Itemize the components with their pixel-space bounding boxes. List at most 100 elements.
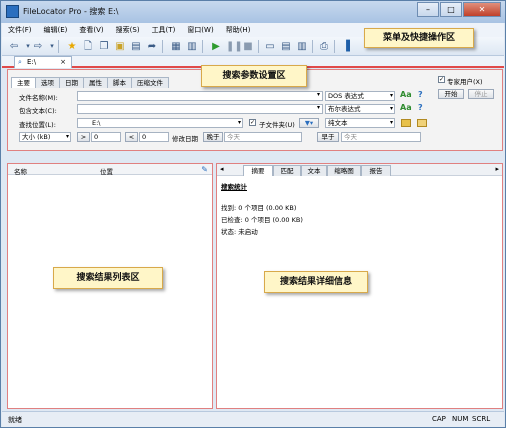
help-icon[interactable]: ? [418,103,423,112]
content-input[interactable] [77,104,323,114]
layout-icon[interactable]: ▭ [264,41,276,52]
panel-icon[interactable]: ▤ [280,41,292,52]
export-icon[interactable]: ➦ [146,41,158,52]
callout-menu: 菜单及快捷操作区 [364,28,474,48]
lookin-input[interactable]: E:\ ▾ [77,118,243,128]
maximize-button[interactable]: □ [440,2,462,17]
size-max-input[interactable]: 0 [139,132,169,142]
search-icon: ⌕ [18,58,22,66]
filter-icon[interactable]: ▼▾ [299,118,319,128]
toolbar-separator [58,40,59,53]
filename-mode-select[interactable]: DOS 表达式 ▾ [325,91,395,101]
tab-main[interactable]: 主要 [11,77,36,88]
menu-file[interactable]: 文件(F) [2,25,38,35]
menu-edit[interactable]: 编辑(E) [38,25,74,35]
after-button[interactable]: 晚于 [203,132,223,142]
match-case-icon[interactable]: Aa [400,103,412,112]
filename-input[interactable] [77,91,323,101]
save-icon[interactable]: ▤ [130,41,142,52]
column-location[interactable]: 位置 [100,166,113,176]
play-icon[interactable]: ▶ [210,41,222,52]
toolbar-separator [162,40,163,53]
document-tab[interactable]: ⌕ E:\ × [14,56,72,68]
tab-matches[interactable]: 匹配 [273,165,301,176]
menu-view[interactable]: 查看(V) [73,25,109,35]
lock-icon[interactable]: ▣ [114,41,126,52]
copy-icon[interactable]: ❐ [98,41,110,52]
tab-report[interactable]: 报告 [361,165,391,176]
column-name[interactable]: 名称 [14,166,27,176]
status-cap: CAP [432,415,446,423]
open-folder-icon[interactable] [417,119,427,127]
folder-icon[interactable] [401,119,411,127]
menu-help[interactable]: 帮助(H) [220,25,257,35]
after-date-input[interactable]: 今天 [224,132,302,142]
before-date-input[interactable]: 今天 [341,132,421,142]
menu-window[interactable]: 窗口(W) [181,25,219,35]
tab-text[interactable]: 文本 [301,165,327,176]
modified-label: 修改日期 [172,135,198,143]
columns-icon[interactable]: ▥ [296,41,308,52]
toolbar-separator [202,40,203,53]
details-tab-bar: ◂ 摘要 匹配 文本 缩略图 报告 ▸ [217,164,502,176]
scroll-right-icon[interactable]: ▸ [495,165,499,173]
tab-script[interactable]: 脚本 [107,77,132,88]
content-dropdown-icon[interactable]: ▾ [317,104,320,111]
size-unit-select[interactable]: 大小 (kB) ▾ [19,132,71,142]
before-button[interactable]: 早于 [317,132,339,142]
tab-thumbnails[interactable]: 缩略图 [327,165,361,176]
subfolder-checkbox[interactable]: ✓ [249,119,256,126]
tab-attributes[interactable]: 属性 [83,77,108,88]
tab-options[interactable]: 选项 [35,77,60,88]
match-case-icon[interactable]: Aa [400,90,412,99]
print-preview-icon[interactable]: ▥ [186,41,198,52]
close-tab-icon[interactable]: × [60,57,66,68]
chevron-down-icon: ▾ [389,105,393,112]
star-icon[interactable]: ★ [66,41,78,52]
chevron-down-icon: ▾ [237,119,241,126]
tab-summary[interactable]: 摘要 [243,165,273,176]
dropdown-icon[interactable]: ▾ [46,41,58,52]
scroll-left-icon[interactable]: ◂ [220,165,224,173]
filename-dropdown-icon[interactable]: ▾ [317,91,320,98]
minimize-button[interactable]: – [417,2,439,17]
column-chooser-icon[interactable]: ✎ [201,165,208,174]
start-button[interactable]: 开始 [438,89,464,99]
size-less-button[interactable]: < [125,132,138,142]
content-mode-select[interactable]: 布尔表达式 ▾ [325,104,395,114]
subfolder-label: 子文件夹(U) [259,121,295,129]
text-type-value: 纯文本 [328,119,348,127]
lookin-value: E:\ [92,119,101,127]
tab-archives[interactable]: 压缩文件 [131,77,169,88]
toolbar-separator [334,40,335,53]
menu-search[interactable]: 搜索(S) [110,25,146,35]
title-bar[interactable]: FileLocator Pro - 搜索 E:\ – □ ✕ [1,1,505,23]
book-icon[interactable]: ▐ [340,41,352,52]
status-num: NUM [452,415,469,423]
summary-found: 找到: 0 个项目 (0.00 KB) [221,204,297,212]
chevron-down-icon: ▾ [389,119,393,126]
size-min-input[interactable]: 0 [91,132,121,142]
back-icon[interactable]: ⇦ [8,41,20,52]
content-mode-value: 布尔表达式 [328,105,361,113]
text-type-select[interactable]: 纯文本 ▾ [325,118,395,128]
tab-date[interactable]: 日期 [59,77,84,88]
expert-checkbox[interactable]: ✓ [438,76,445,83]
printer-icon[interactable]: ⎙ [318,41,330,52]
properties-icon[interactable]: ▦ [170,41,182,52]
close-button[interactable]: ✕ [463,2,501,17]
callout-results: 搜索结果列表区 [53,267,163,289]
chevron-down-icon: ▾ [65,133,69,140]
callout-details: 搜索结果详细信息 [264,271,368,293]
stop-button[interactable]: 停止 [468,89,494,99]
stop-icon[interactable]: ■ [242,41,254,52]
filename-label: 文件名称(M): [19,94,58,102]
callout-params: 搜索参数设置区 [201,65,307,87]
forward-icon[interactable]: ⇨ [32,41,44,52]
pause-icon[interactable]: ❚❚ [226,41,243,52]
chevron-down-icon: ▾ [389,92,393,99]
menu-tools[interactable]: 工具(T) [146,25,182,35]
new-document-icon[interactable]: 🗋 [82,41,94,52]
size-greater-button[interactable]: > [77,132,90,142]
help-icon[interactable]: ? [418,90,423,99]
